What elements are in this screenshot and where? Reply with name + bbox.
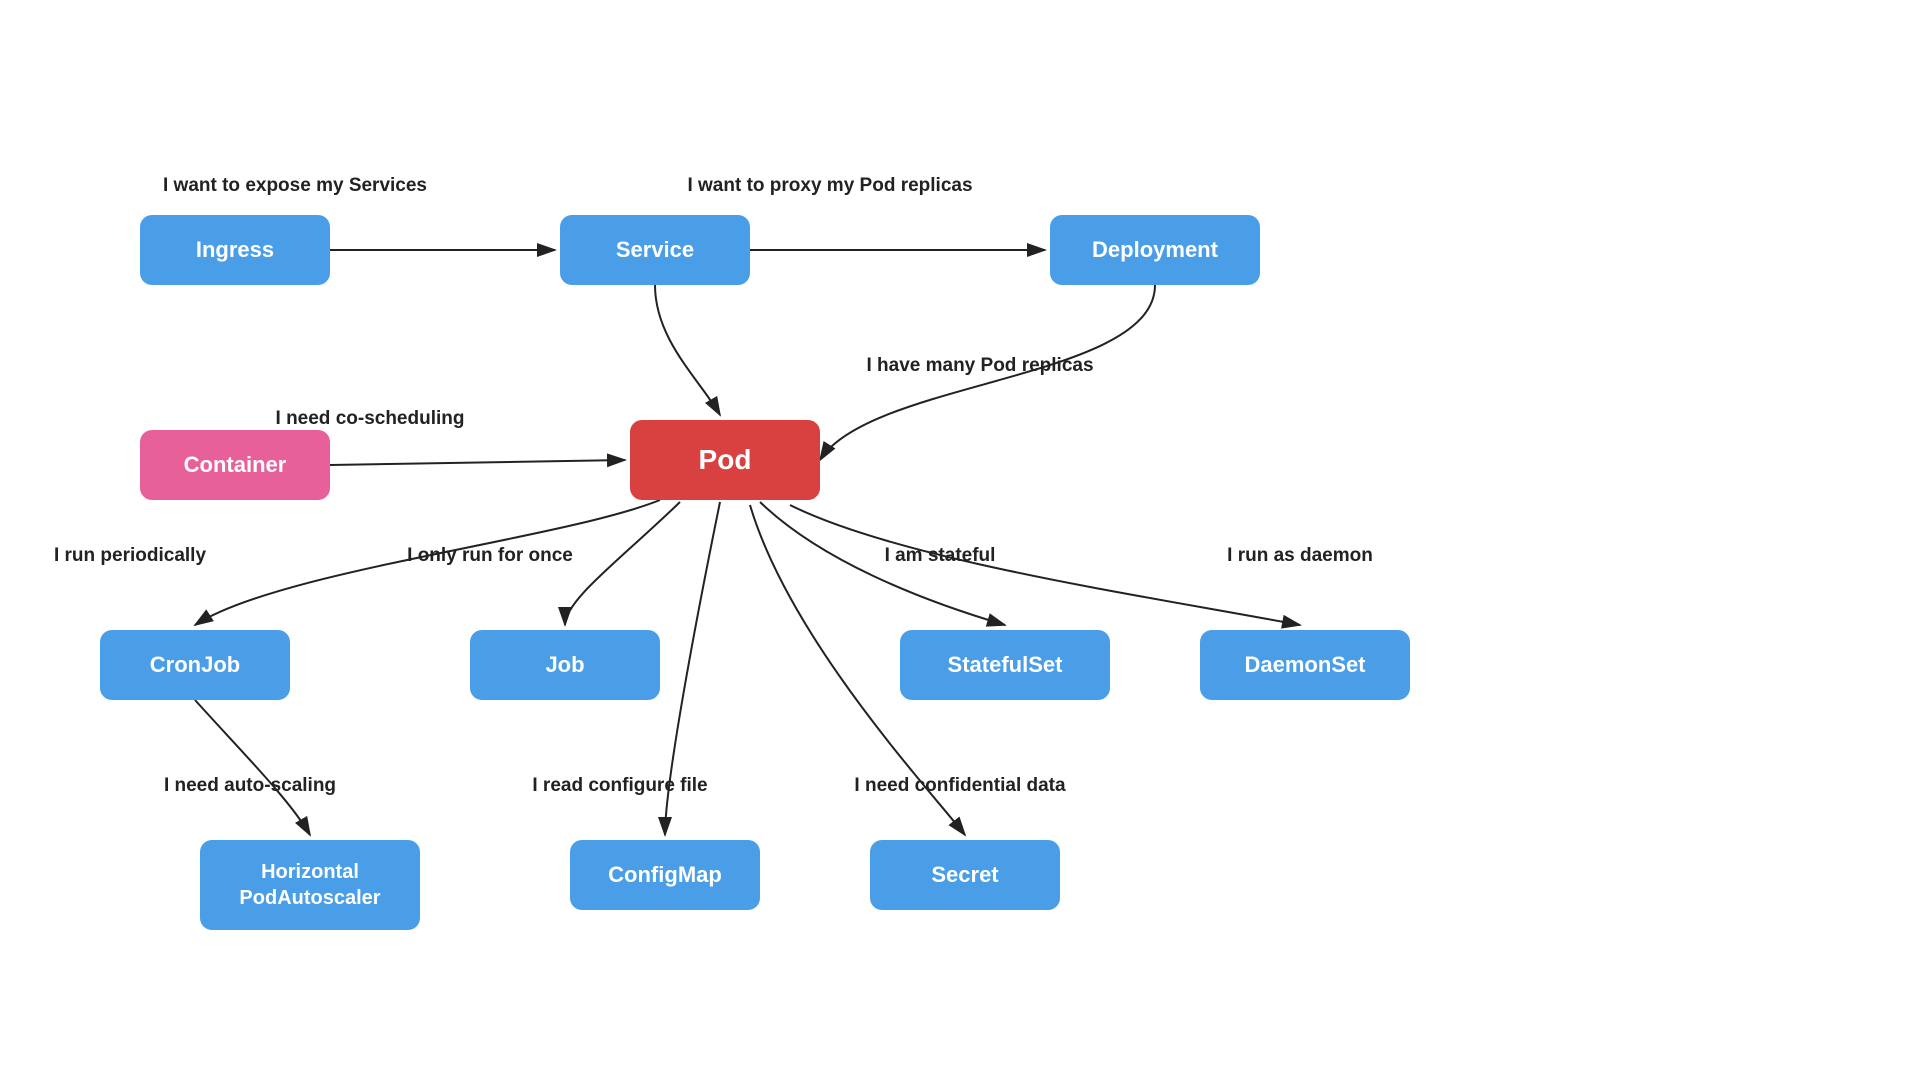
node-statefulset: StatefulSet <box>900 630 1110 700</box>
label-confidential: I need confidential data <box>854 775 1065 797</box>
label-expose: I want to expose my Services <box>163 175 427 197</box>
label-periodic: I run periodically <box>54 545 206 567</box>
node-deployment: Deployment <box>1050 215 1260 285</box>
diagram: Ingress Service Deployment Container Pod… <box>0 0 1920 1080</box>
node-cronjob: CronJob <box>100 630 290 700</box>
label-configure: I read configure file <box>532 775 707 797</box>
node-pod: Pod <box>630 420 820 500</box>
node-hpa: Horizontal PodAutoscaler <box>200 840 420 930</box>
label-onlyonce: I only run for once <box>407 545 573 567</box>
label-stateful: I am stateful <box>885 545 996 567</box>
node-job: Job <box>470 630 660 700</box>
node-service: Service <box>560 215 750 285</box>
node-daemonset: DaemonSet <box>1200 630 1410 700</box>
label-proxy: I want to proxy my Pod replicas <box>687 175 972 197</box>
label-manyreplicas: I have many Pod replicas <box>866 355 1093 377</box>
node-configmap: ConfigMap <box>570 840 760 910</box>
node-ingress: Ingress <box>140 215 330 285</box>
node-container: Container <box>140 430 330 500</box>
label-cosched: I need co-scheduling <box>276 408 465 430</box>
label-daemon: I run as daemon <box>1227 545 1373 567</box>
node-secret: Secret <box>870 840 1060 910</box>
label-autoscaling: I need auto-scaling <box>164 775 336 797</box>
